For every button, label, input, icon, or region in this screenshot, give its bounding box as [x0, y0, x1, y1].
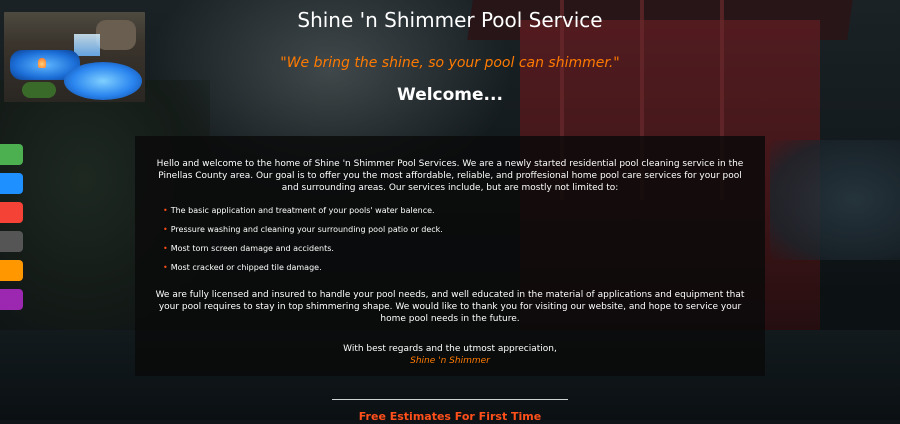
color-tab-green[interactable]: [0, 144, 23, 165]
bullet-icon: •: [163, 263, 168, 272]
service-text: Most cracked or chipped tile damage.: [170, 263, 322, 272]
services-list: • The basic application and treatment of …: [163, 206, 723, 282]
color-tab-orange[interactable]: [0, 260, 23, 281]
list-item: • The basic application and treatment of …: [163, 206, 723, 216]
content-panel: Hello and welcome to the home of Shine '…: [135, 136, 765, 376]
color-tabs: [0, 144, 23, 318]
service-text: Pressure washing and cleaning your surro…: [170, 225, 443, 234]
color-tab-red[interactable]: [0, 202, 23, 223]
welcome-heading: Welcome...: [397, 85, 503, 105]
color-tab-blue[interactable]: [0, 173, 23, 194]
regards-line: With best regards and the utmost appreci…: [343, 344, 557, 354]
logo-plant: [22, 82, 56, 98]
intro-paragraph: Hello and welcome to the home of Shine '…: [156, 159, 744, 193]
color-tab-purple[interactable]: [0, 289, 23, 310]
closing-paragraph: We are fully licensed and insured to han…: [155, 290, 745, 324]
list-item: • Most cracked or chipped tile damage.: [163, 263, 723, 273]
tagline: "We bring the shine, so your pool can sh…: [280, 55, 620, 71]
site-title[interactable]: Shine 'n Shimmer Pool Service: [250, 8, 650, 32]
service-text: Most torn screen damage and accidents.: [170, 244, 334, 253]
logo-spa: [64, 62, 142, 100]
list-item: • Most torn screen damage and accidents.: [163, 244, 723, 254]
logo-image[interactable]: [4, 12, 145, 102]
logo-firepit: [38, 58, 46, 68]
service-text: The basic application and treatment of y…: [170, 206, 435, 215]
bullet-icon: •: [163, 206, 168, 215]
bullet-icon: •: [163, 244, 168, 253]
free-estimates-link[interactable]: Free Estimates For First Time: [300, 410, 600, 424]
background-water: [770, 140, 900, 260]
footer-divider: [332, 399, 568, 400]
logo-waterfall: [74, 34, 100, 56]
logo-rock: [96, 20, 136, 50]
signature: Shine 'n Shimmer: [410, 356, 490, 366]
list-item: • Pressure washing and cleaning your surr…: [163, 225, 723, 235]
bullet-icon: •: [163, 225, 168, 234]
color-tab-gray[interactable]: [0, 231, 23, 252]
